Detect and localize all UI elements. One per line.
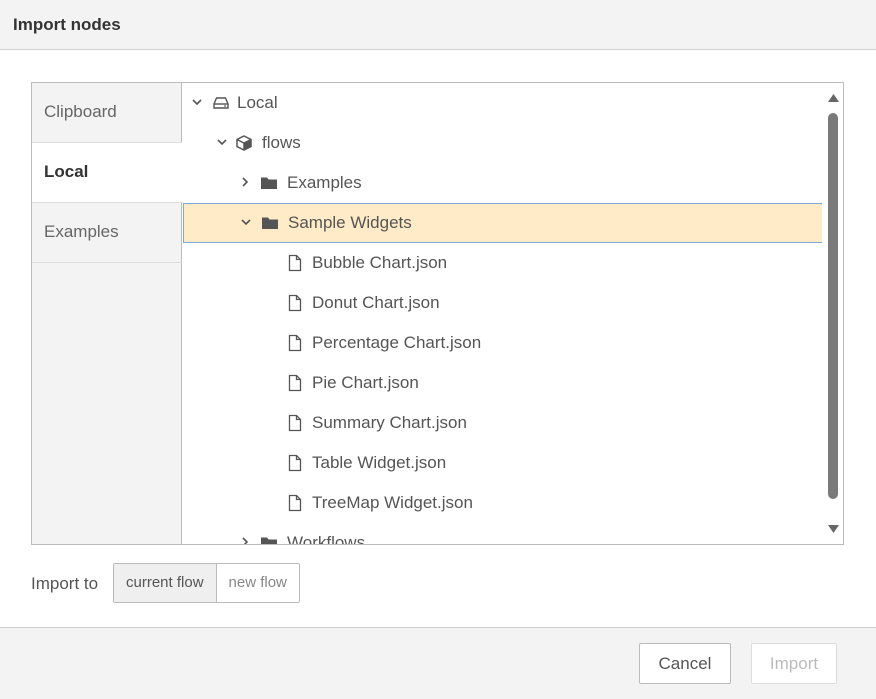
tree-row-label: Examples (287, 173, 362, 192)
file-icon (288, 254, 302, 272)
folder-icon (261, 177, 277, 189)
import-to-label: Import to (31, 574, 99, 593)
chevron-right-icon[interactable] (238, 175, 252, 189)
tree-row-label: Bubble Chart.json (312, 253, 448, 272)
tree-row-file[interactable]: Percentage Chart.json (182, 323, 822, 363)
new-flow-option[interactable]: new flow (216, 564, 299, 602)
file-icon (288, 374, 302, 392)
cancel-button[interactable]: Cancel (639, 643, 731, 684)
file-icon (288, 334, 302, 352)
tree-row-file[interactable]: Donut Chart.json (182, 283, 822, 323)
scroll-down-arrow-icon[interactable] (827, 523, 840, 535)
tree-row-local[interactable]: Local (182, 83, 822, 123)
tree-row-label: Donut Chart.json (312, 293, 440, 312)
chevron-down-icon[interactable] (215, 135, 229, 149)
current-flow-option[interactable]: current flow (114, 564, 217, 602)
tree-row-examples[interactable]: Examples (182, 163, 822, 203)
tree-row-file[interactable]: Table Widget.json (182, 443, 822, 483)
tree-row-file[interactable]: Pie Chart.json (182, 363, 822, 403)
import-panel: Clipboard Local Examples Local flows Exa (31, 82, 844, 545)
tree-row-label: Sample Widgets (288, 213, 412, 232)
source-tabs: Clipboard Local Examples (32, 83, 183, 544)
tree-row-label: Percentage Chart.json (312, 333, 482, 352)
tree-row-flows[interactable]: flows (182, 123, 822, 163)
tab-local[interactable]: Local (32, 143, 183, 203)
dialog-footer: Cancel Import (0, 627, 876, 699)
scrollbar-thumb[interactable] (828, 113, 838, 499)
dialog-title: Import nodes (13, 15, 121, 34)
chevron-right-icon[interactable] (238, 535, 252, 544)
dialog-titlebar: Import nodes (0, 0, 876, 50)
file-icon (288, 294, 302, 312)
import-target-toggle: current flow new flow (113, 563, 300, 603)
tree-scrollbar[interactable] (824, 83, 843, 544)
tree-row-sample-widgets[interactable]: Sample Widgets (183, 203, 822, 243)
tree-row-label: Table Widget.json (312, 453, 447, 472)
chevron-down-icon[interactable] (239, 215, 253, 229)
tab-examples[interactable]: Examples (32, 203, 182, 263)
scroll-up-arrow-icon[interactable] (827, 92, 840, 104)
file-icon (288, 454, 302, 472)
file-icon (288, 494, 302, 512)
tab-clipboard[interactable]: Clipboard (32, 83, 182, 143)
folder-icon (261, 537, 277, 544)
tree-row-label: Pie Chart.json (312, 373, 419, 392)
tree-row-label: Workflows (287, 533, 366, 544)
tree-row-file[interactable]: TreeMap Widget.json (182, 483, 822, 523)
tree-row-label: Summary Chart.json (312, 413, 467, 432)
tree-row-label: Local (237, 93, 278, 112)
tree-row-label: TreeMap Widget.json (312, 493, 473, 512)
tree-row-file[interactable]: Summary Chart.json (182, 403, 822, 443)
cube-icon (236, 135, 252, 151)
import-nodes-dialog: Import nodes Clipboard Local Examples Lo… (0, 0, 876, 699)
folder-icon (262, 217, 278, 229)
file-tree: Local flows Examples Sample Widgets Bubb… (182, 83, 822, 544)
drive-icon (213, 97, 229, 109)
chevron-down-icon[interactable] (190, 95, 204, 109)
tree-row-workflows[interactable]: Workflows (182, 523, 822, 544)
file-icon (288, 414, 302, 432)
tree-row-label: flows (262, 133, 301, 152)
tree-row-file[interactable]: Bubble Chart.json (182, 243, 822, 283)
import-button[interactable]: Import (751, 643, 837, 684)
